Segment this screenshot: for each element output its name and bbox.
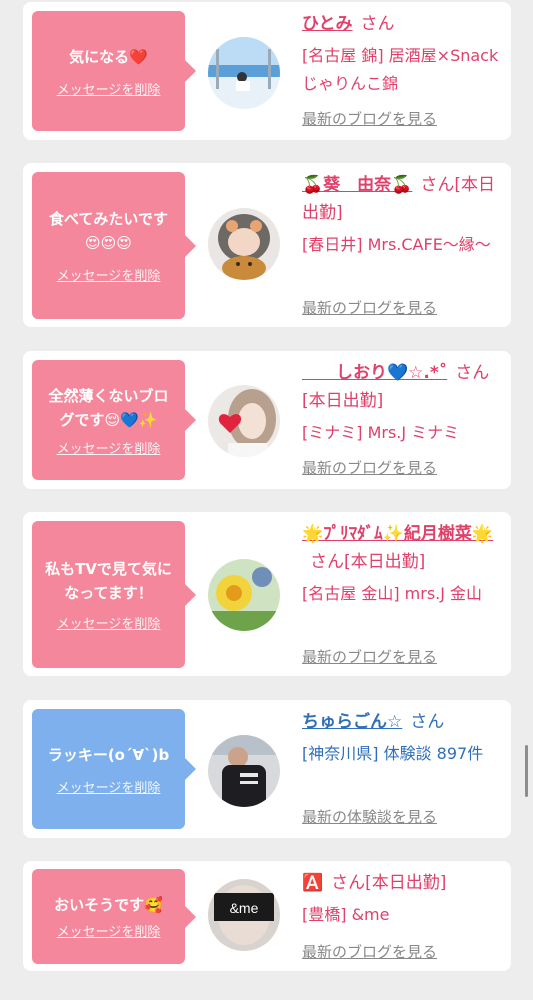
cast-name-link[interactable]: ひとみ: [302, 14, 353, 34]
delete-message-link[interactable]: メッセージを削除: [57, 777, 161, 796]
shop-info: [名古屋 金山] mrs.J 金山: [302, 584, 483, 603]
latest-blog-link[interactable]: 最新のブログを見る: [302, 108, 437, 129]
list-item: 食べてみたいです😍😍😍 メッセージを削除 🍒葵 由奈🍒 さん[本日出勤] [春日井…: [23, 163, 511, 327]
message-bubble: 気になる❤️ メッセージを削除: [32, 11, 196, 131]
message-bubble: 私もTVで見て気になってます！ メッセージを削除: [32, 521, 196, 668]
cast-info: 🍒葵 由奈🍒 さん[本日出勤] [春日井] Mrs.CAFE〜縁〜: [302, 171, 502, 259]
message-bubble: ラッキー(o´∀`)b メッセージを削除: [32, 709, 196, 829]
message-text: 私もTVで見て気になってます！: [45, 560, 172, 602]
reviewer-name-link[interactable]: ちゅらごん☆: [302, 712, 402, 732]
message-bubble: 食べてみたいです😍😍😍 メッセージを削除: [32, 172, 196, 319]
avatar[interactable]: [208, 735, 280, 807]
latest-blog-link[interactable]: 最新のブログを見る: [302, 941, 437, 962]
message-bubble: 全然薄くないブログです😌💙✨ メッセージを削除: [32, 360, 196, 480]
latest-blog-link[interactable]: 最新のブログを見る: [302, 457, 437, 478]
cast-name-link[interactable]: 🅰️: [302, 873, 323, 893]
girl-with-food-photo-icon: [208, 208, 280, 280]
message-bubble: おいそうです🥰 メッセージを削除: [32, 869, 196, 964]
list-item: おいそうです🥰 メッセージを削除 &me 🅰️ さん[本日出勤] [豊橋] &me…: [23, 861, 511, 971]
cast-suffix: さん: [360, 14, 395, 34]
message-text: 食べてみたいです😍😍😍: [49, 210, 168, 252]
list-item: 気になる❤️ メッセージを削除 ひとみ さん [名古屋 錦] 居酒屋×Snack …: [23, 2, 511, 140]
delete-message-link[interactable]: メッセージを削除: [57, 438, 161, 457]
message-text: 気になる❤️: [69, 47, 148, 66]
cast-info: ちゅらごん☆ さん [神奈川県] 体験談 897件: [302, 708, 502, 768]
latest-blog-link[interactable]: 最新のブログを見る: [302, 646, 437, 667]
message-text: おいそうです🥰: [54, 896, 163, 914]
avatar[interactable]: [208, 37, 280, 109]
avatar[interactable]: [208, 385, 280, 457]
message-text: ラッキー(o´∀`)b: [47, 745, 170, 764]
cast-name-link[interactable]: 🍒葵 由奈🍒: [302, 175, 412, 195]
svg-text:&me: &me: [230, 900, 259, 916]
delete-message-link[interactable]: メッセージを削除: [57, 265, 161, 284]
review-info: [神奈川県] 体験談 897件: [302, 744, 484, 763]
cast-suffix: さん[本日出勤]: [310, 552, 426, 572]
avatar[interactable]: [208, 208, 280, 280]
shop-info: [名古屋 錦] 居酒屋×Snack じゃりんこ錦: [302, 46, 499, 93]
cast-info: しおり💙☆.*˚ さん[本日出勤] [ミナミ] Mrs.J ミナミ: [302, 359, 502, 447]
message-text: 全然薄くないブログです😌💙✨: [48, 386, 169, 429]
cast-info: 🅰️ さん[本日出勤] [豊橋] &me: [302, 869, 502, 929]
flower-photo-icon: [208, 559, 280, 631]
girl-with-heart-photo-icon: [208, 385, 280, 457]
delete-message-link[interactable]: メッセージを削除: [57, 613, 161, 632]
beach-photo-icon: [208, 37, 280, 109]
delete-message-link[interactable]: メッセージを削除: [57, 921, 161, 940]
cast-info: 🌟ﾌﾟﾘﾏﾀﾞﾑ✨紀月樹菜🌟 さん[本日出勤] [名古屋 金山] mrs.J 金山: [302, 520, 502, 608]
cast-name-link[interactable]: しおり💙☆.*˚: [302, 363, 447, 383]
shop-info: [春日井] Mrs.CAFE〜縁〜: [302, 235, 491, 254]
list-item: ラッキー(o´∀`)b メッセージを削除 ちゅらごん☆ さん [神奈川県] 体験談…: [23, 700, 511, 838]
man-jacket-photo-icon: [208, 735, 280, 807]
scrollbar[interactable]: [525, 745, 528, 797]
me-logo-photo-icon: &me: [208, 879, 280, 951]
delete-message-link[interactable]: メッセージを削除: [57, 79, 161, 98]
reviewer-suffix: さん: [410, 712, 445, 732]
shop-info: [豊橋] &me: [302, 905, 390, 924]
list-item: 私もTVで見て気になってます！ メッセージを削除 🌟ﾌﾟﾘﾏﾀﾞﾑ✨紀月樹菜🌟 さ…: [23, 512, 511, 676]
list-item: 全然薄くないブログです😌💙✨ メッセージを削除 しおり💙☆.*˚ さん[本日出勤]…: [23, 351, 511, 489]
cast-name-link[interactable]: 🌟ﾌﾟﾘﾏﾀﾞﾑ✨紀月樹菜🌟: [302, 524, 493, 544]
avatar[interactable]: [208, 559, 280, 631]
latest-blog-link[interactable]: 最新のブログを見る: [302, 297, 437, 318]
latest-review-link[interactable]: 最新の体験談を見る: [302, 806, 437, 827]
cast-info: ひとみ さん [名古屋 錦] 居酒屋×Snack じゃりんこ錦: [302, 10, 502, 98]
shop-info: [ミナミ] Mrs.J ミナミ: [302, 423, 460, 442]
cast-suffix: さん[本日出勤]: [331, 873, 447, 893]
avatar[interactable]: &me: [208, 879, 280, 951]
